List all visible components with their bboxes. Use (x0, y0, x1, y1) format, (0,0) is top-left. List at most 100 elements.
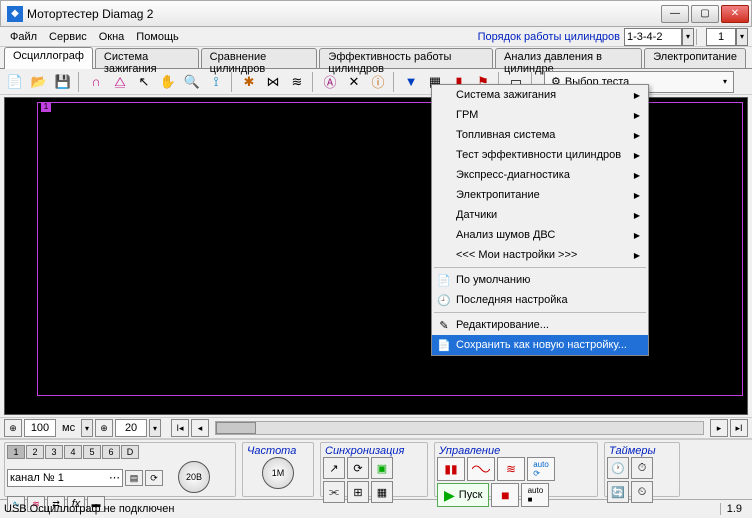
record-button[interactable]: ▮▮ (437, 457, 465, 481)
frequency-label: Частота (245, 445, 311, 457)
voltage-dial[interactable]: 20В (165, 461, 223, 494)
frequency-dial[interactable]: 1M (245, 457, 311, 490)
menu-default[interactable]: 📄По умолчанию (432, 270, 648, 290)
sync-mode-4[interactable]: ⫘ (323, 481, 345, 503)
tab-cylinder-compare[interactable]: Сравнение цилиндров (201, 48, 318, 68)
sync-mode-6[interactable]: ▦ (371, 481, 393, 503)
menu-cyl-efficiency-test[interactable]: Тест эффективности цилиндров▶ (432, 145, 648, 165)
timers-group: Таймеры 🕐 ⏱ 🔄 ⏲ (604, 442, 680, 497)
control-group: Управление ▮▮ ≋ auto⟳ ▶Пуск ■ auto■ (434, 442, 598, 497)
timer-2[interactable]: ⏱ (631, 457, 653, 479)
menu-grm[interactable]: ГРМ▶ (432, 105, 648, 125)
headphones-icon[interactable]: ∩ (85, 71, 107, 93)
save-as-icon: 📄 (436, 339, 452, 352)
version-label: 1.9 (720, 503, 748, 515)
timer-4[interactable]: ⏲ (631, 481, 653, 503)
app-icon: ◆ (7, 6, 23, 22)
nav-prev[interactable]: ◂ (191, 419, 209, 437)
new-file-icon[interactable]: 📄 (4, 71, 26, 93)
zoom-button[interactable]: ⊕ (4, 419, 22, 437)
cylinder-count-spinner[interactable]: ▾ (736, 28, 748, 46)
auto-mode[interactable]: auto⟳ (527, 457, 555, 481)
channel-options-2[interactable]: ⟳ (145, 470, 163, 486)
nav-next[interactable]: ▸ (710, 419, 728, 437)
tab-cylinder-efficiency[interactable]: Эффективность работы цилиндров (319, 48, 493, 68)
sync-mode-5[interactable]: ⊞ (347, 481, 369, 503)
zoom-icon[interactable]: 🔍 (181, 71, 203, 93)
frequency-group: Частота 1M (242, 442, 314, 497)
div-toggle[interactable]: ⊕ (95, 419, 113, 437)
document-icon: 📄 (436, 274, 452, 287)
edit-icon: ✎ (436, 319, 452, 332)
timer-1[interactable]: 🕐 (607, 457, 629, 479)
channel-marker[interactable]: 1 (41, 102, 51, 112)
status-text: USB Осциллограф не подключен (4, 503, 640, 515)
channel-tab-1[interactable]: 1 (7, 445, 25, 459)
timer-3[interactable]: 🔄 (607, 481, 629, 503)
open-file-icon[interactable]: 📂 (28, 71, 50, 93)
cylinder-count-input[interactable] (706, 28, 736, 46)
recent-icon: 🕘 (436, 294, 452, 307)
pan-hand-icon[interactable]: ✋ (157, 71, 179, 93)
info-0-icon[interactable]: ⓘ (367, 71, 389, 93)
firing-order-input[interactable] (624, 28, 682, 46)
menu-ignition-system[interactable]: Система зажигания▶ (432, 85, 648, 105)
firing-order-dropdown[interactable]: ▾ (682, 28, 694, 46)
save-file-icon[interactable]: 💾 (52, 71, 74, 93)
tab-pressure-analysis[interactable]: Анализ давления в цилиндре (495, 48, 642, 68)
tab-oscilloscope[interactable]: Осциллограф (4, 47, 93, 69)
maximize-button[interactable]: ▢ (691, 5, 719, 23)
raster-mode-icon[interactable]: ≋ (286, 71, 308, 93)
div-spinner[interactable]: ▾ (149, 419, 161, 437)
minimize-button[interactable]: — (661, 5, 689, 23)
ruler-x-icon[interactable]: ✕ (343, 71, 365, 93)
menu-service[interactable]: Сервис (43, 29, 93, 45)
menu-power-supply[interactable]: Электропитание▶ (432, 185, 648, 205)
ruler-a-icon[interactable]: Ⓐ (319, 71, 341, 93)
menu-windows[interactable]: Окна (93, 29, 131, 45)
time-scrollbar[interactable] (215, 421, 704, 435)
bottom-panel: 1 2 3 4 5 6 D канал № 1 ⋯ ▤ ⟳ 20В ∿ ≋ ⇄ … (0, 439, 752, 499)
channel-options-1[interactable]: ▤ (125, 470, 143, 486)
menu-file[interactable]: Файл (4, 29, 43, 45)
nav-first[interactable]: I◂ (171, 419, 189, 437)
sync-mode-3[interactable]: ▣ (371, 457, 393, 479)
overlay-mode-icon[interactable]: ✱ (238, 71, 260, 93)
menubar: Файл Сервис Окна Помощь Порядок работы ц… (0, 27, 752, 47)
channel-name-select[interactable]: канал № 1 ⋯ (7, 469, 123, 487)
channel-tab-6[interactable]: 6 (102, 445, 120, 459)
wave-mode-2[interactable]: ≋ (497, 457, 525, 481)
menu-last-setting[interactable]: 🕘Последняя настройка (432, 290, 648, 310)
sync-mode-1[interactable]: ↗ (323, 457, 345, 479)
chevron-down-icon: ▾ (723, 77, 727, 86)
channel-tab-2[interactable]: 2 (26, 445, 44, 459)
sync-mode-2[interactable]: ⟳ (347, 457, 369, 479)
bell-icon[interactable]: ⧋ (109, 71, 131, 93)
channel-tab-d[interactable]: D (121, 445, 139, 459)
menu-fuel-system[interactable]: Топливная система▶ (432, 125, 648, 145)
timebar: ⊕ мс ▾ ⊕ ▾ I◂ ◂ ▸ ▸I (0, 417, 752, 439)
menu-save-as-new[interactable]: 📄Сохранить как новую настройку... (432, 335, 648, 355)
parade-mode-icon[interactable]: ⋈ (262, 71, 284, 93)
channel-tab-4[interactable]: 4 (64, 445, 82, 459)
menu-express-diagnostics[interactable]: Экспресс-диагностика▶ (432, 165, 648, 185)
time-spinner[interactable]: ▾ (81, 419, 93, 437)
menu-sensors[interactable]: Датчики▶ (432, 205, 648, 225)
channel-tab-5[interactable]: 5 (83, 445, 101, 459)
menu-help[interactable]: Помощь (130, 29, 185, 45)
channel-tab-3[interactable]: 3 (45, 445, 63, 459)
cursor-arrow-icon[interactable]: ↖ (133, 71, 155, 93)
time-value-input[interactable] (24, 419, 56, 437)
time-unit: мс (58, 422, 79, 434)
nav-last[interactable]: ▸I (730, 419, 748, 437)
tab-power-supply[interactable]: Электропитание (644, 48, 746, 68)
menu-engine-noise[interactable]: Анализ шумов ДВС▶ (432, 225, 648, 245)
menu-my-settings[interactable]: <<< Мои настройки >>>▶ (432, 245, 648, 265)
measure-icon[interactable]: ⟟ (205, 71, 227, 93)
close-button[interactable]: ✕ (721, 5, 749, 23)
menu-edit[interactable]: ✎Редактирование... (432, 315, 648, 335)
tab-ignition[interactable]: Система зажигания (95, 48, 199, 68)
wave-mode-1[interactable] (467, 457, 495, 481)
filter-icon[interactable]: ▼ (400, 71, 422, 93)
div-value-input[interactable] (115, 419, 147, 437)
